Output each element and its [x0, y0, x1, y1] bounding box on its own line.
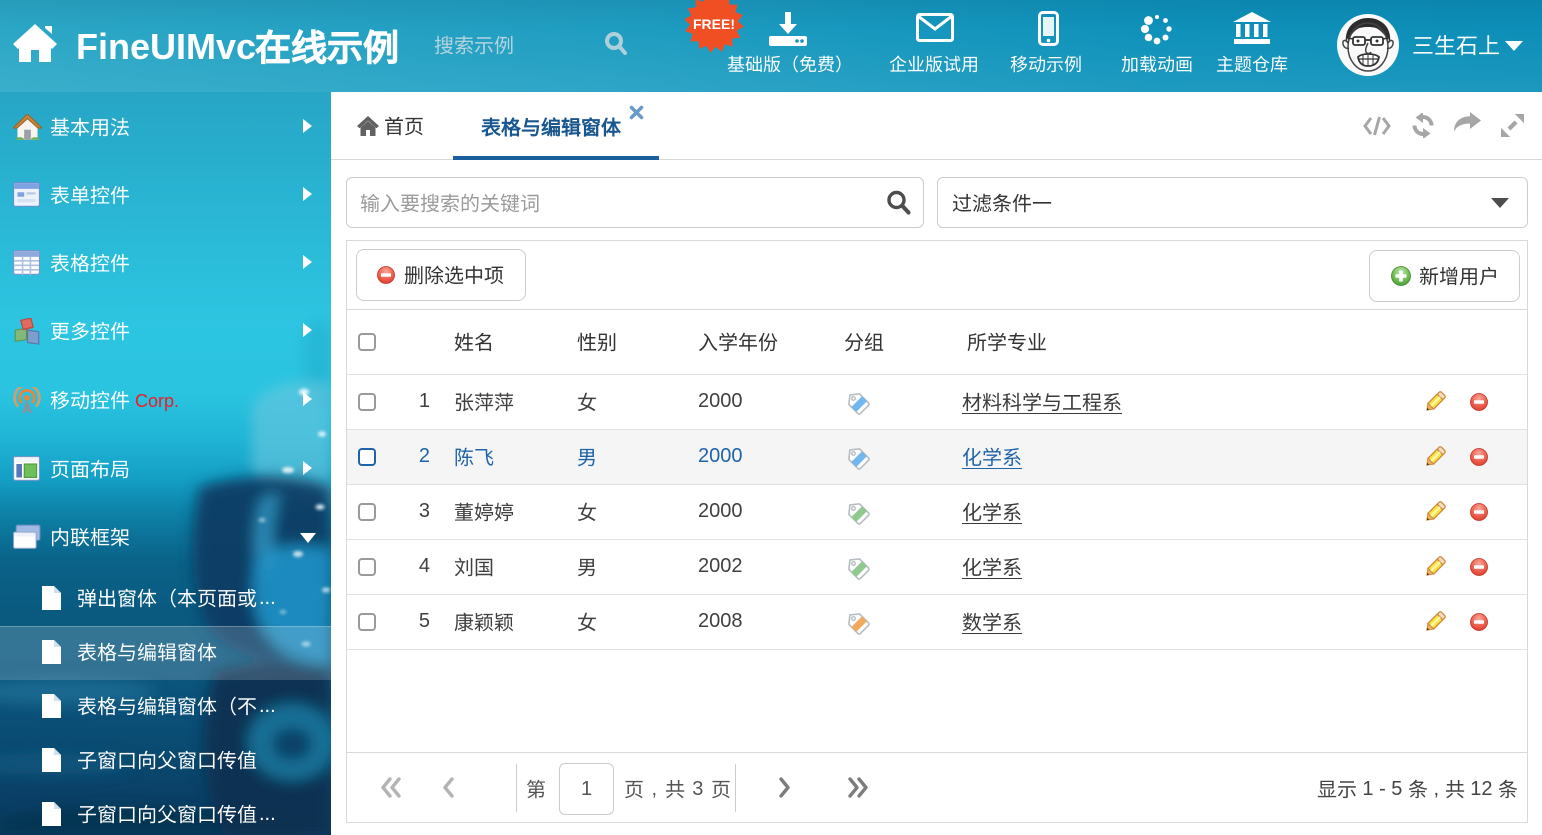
svg-text:FREE!: FREE! [693, 16, 735, 32]
